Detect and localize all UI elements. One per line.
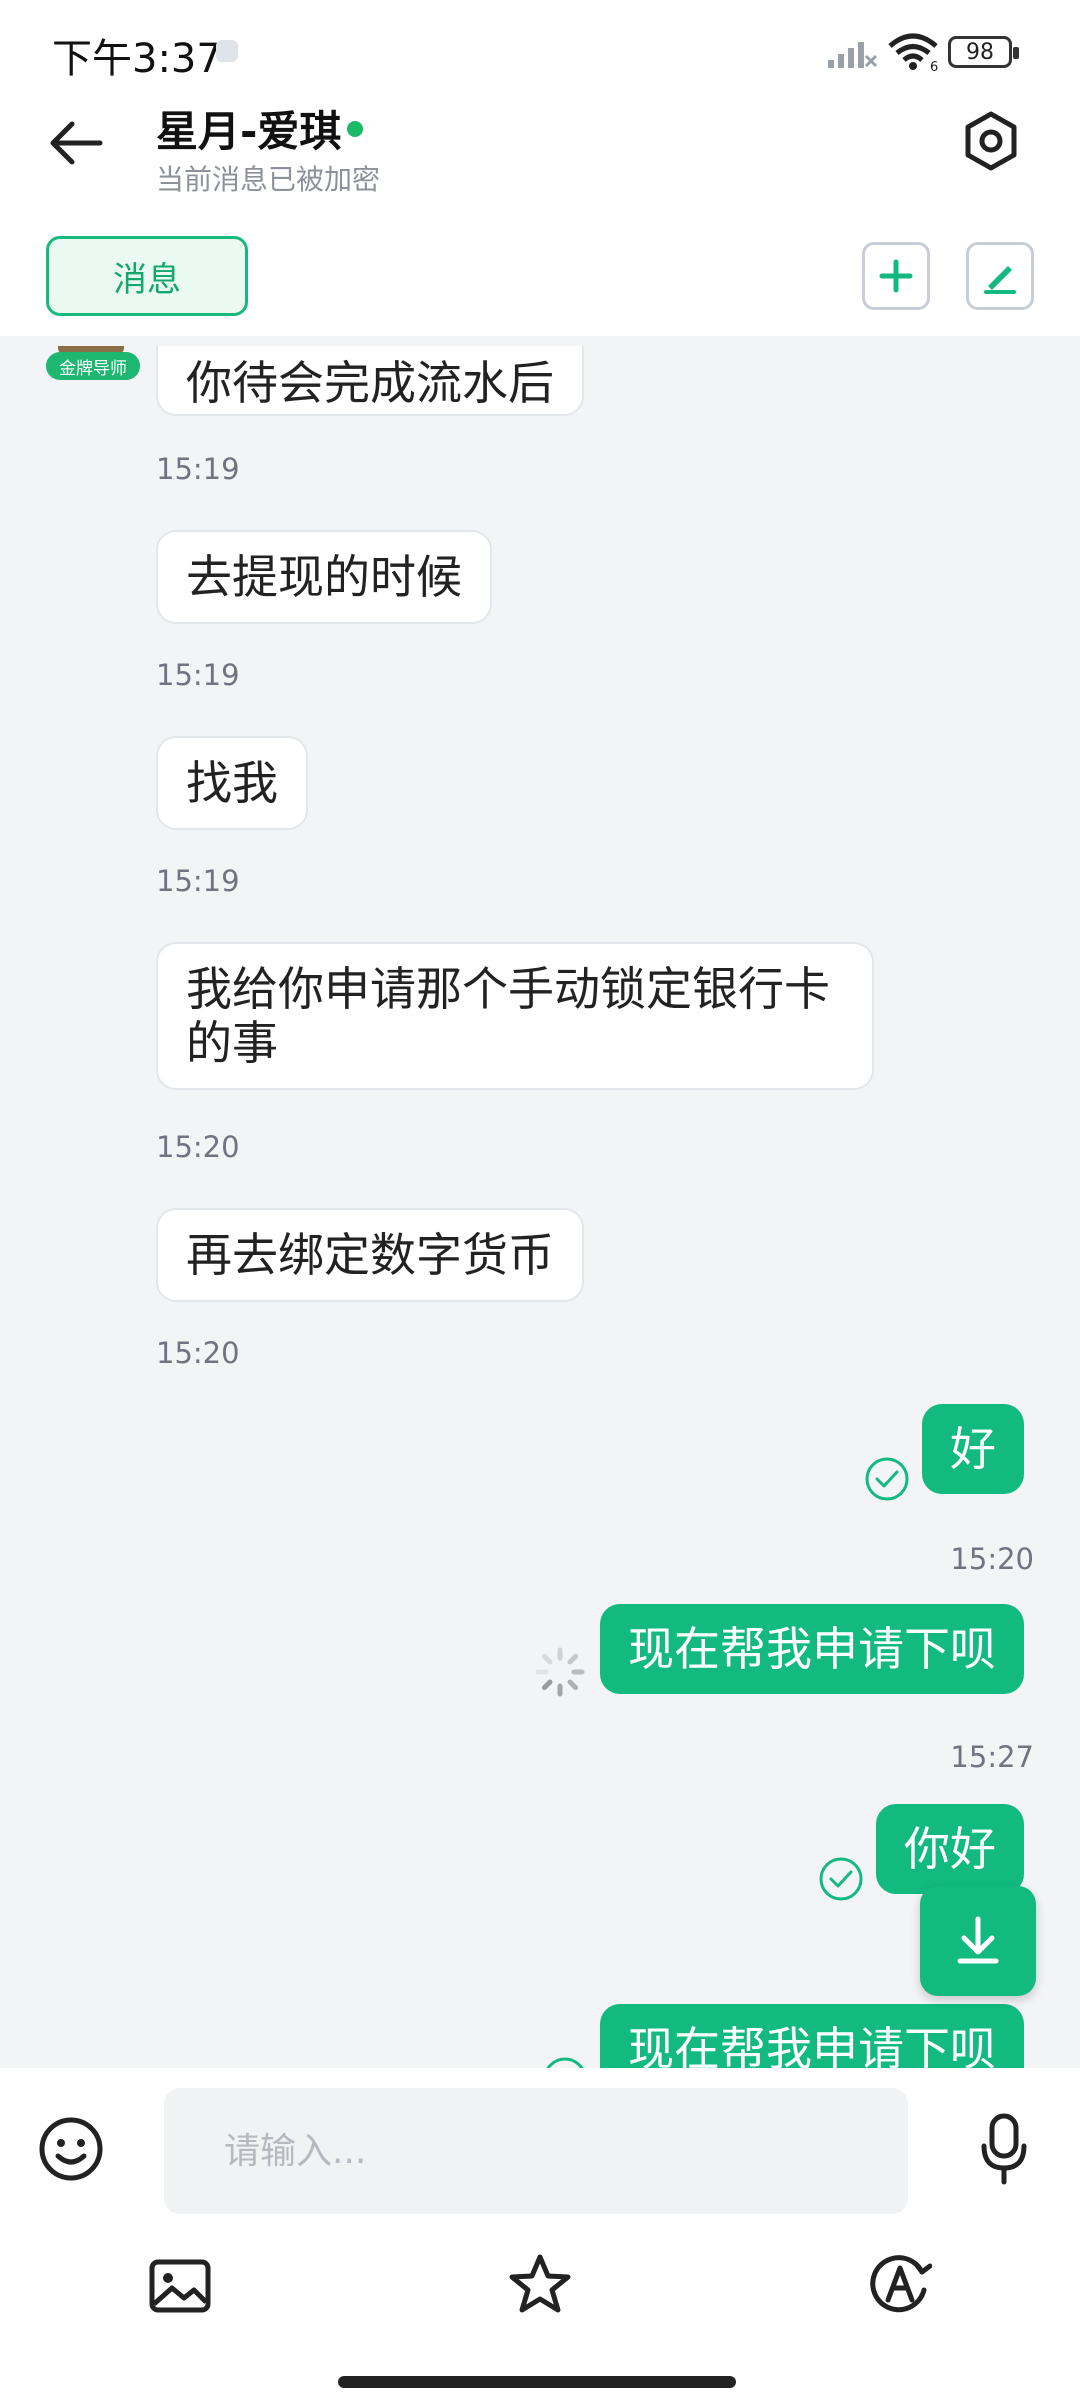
- message-bubble-outgoing[interactable]: 现在帮我申请下呗: [600, 2004, 1024, 2068]
- message-time: 15:27: [950, 1740, 1034, 1774]
- message-time: 15:19: [156, 452, 240, 486]
- loading-spinner-icon: [535, 1647, 585, 1697]
- message-bubble-outgoing[interactable]: 现在帮我申请下呗: [600, 1604, 1024, 1694]
- input-bar: [0, 2068, 1080, 2400]
- wifi-icon: 6: [888, 33, 938, 72]
- settings-hexagon-icon[interactable]: [960, 110, 1022, 172]
- image-icon[interactable]: [148, 2254, 212, 2318]
- translate-icon[interactable]: [868, 2252, 932, 2316]
- pen-icon: [984, 266, 1016, 294]
- network-type-label: 6: [930, 60, 938, 72]
- signal-icon: [828, 42, 878, 68]
- online-status-dot: [347, 120, 364, 137]
- message-time: 15:20: [156, 1336, 240, 1370]
- message-time: 15:20: [950, 1542, 1034, 1576]
- chat-message-list[interactable]: 金牌导师 你待会完成流水后 15:19 去提现的时候 15:19 找我 15:1…: [0, 346, 1080, 2068]
- emoji-icon[interactable]: [38, 2116, 104, 2182]
- add-button[interactable]: [862, 242, 930, 310]
- microphone-icon[interactable]: [978, 2112, 1030, 2186]
- message-bubble-incoming[interactable]: 去提现的时候: [156, 530, 492, 624]
- chat-title: 星月-爱琪: [156, 107, 342, 156]
- message-bubble-incoming[interactable]: 我给你申请那个手动锁定银行卡的事: [156, 942, 874, 1090]
- encryption-notice: 当前消息已被加密: [156, 163, 381, 196]
- message-time: 15:20: [156, 1130, 240, 1164]
- message-bubble-incoming[interactable]: 再去绑定数字货币: [156, 1208, 584, 1302]
- tab-messages[interactable]: 消息: [46, 236, 248, 316]
- status-bar: 下午3:37 6 98: [0, 0, 1080, 96]
- chat-title-group: 星月-爱琪: [156, 98, 364, 159]
- check-circle-icon: [819, 1857, 863, 1901]
- message-bubble-outgoing[interactable]: 你好: [876, 1804, 1024, 1894]
- avatar-badge: 金牌导师: [46, 352, 140, 380]
- message-time: 15:19: [156, 658, 240, 692]
- message-time: 15:19: [156, 864, 240, 898]
- message-bubble-incoming[interactable]: 你待会完成流水后: [156, 346, 584, 416]
- check-circle-icon: [546, 2057, 584, 2068]
- check-circle-icon: [865, 1457, 909, 1501]
- home-indicator[interactable]: [338, 2376, 736, 2388]
- edit-button[interactable]: [966, 242, 1034, 310]
- message-input[interactable]: [164, 2088, 908, 2214]
- scroll-to-bottom-button[interactable]: [920, 1886, 1036, 1996]
- message-bubble-incoming[interactable]: 找我: [156, 736, 308, 830]
- message-bubble-outgoing[interactable]: 好: [922, 1404, 1024, 1494]
- notification-app-icon: [216, 40, 238, 62]
- plus-icon: [879, 259, 913, 293]
- battery-indicator: 98: [948, 36, 1019, 68]
- status-time: 下午3:37: [52, 36, 222, 82]
- back-arrow-icon[interactable]: [44, 110, 110, 176]
- star-icon[interactable]: [508, 2252, 572, 2316]
- download-arrow-icon: [957, 1916, 999, 1964]
